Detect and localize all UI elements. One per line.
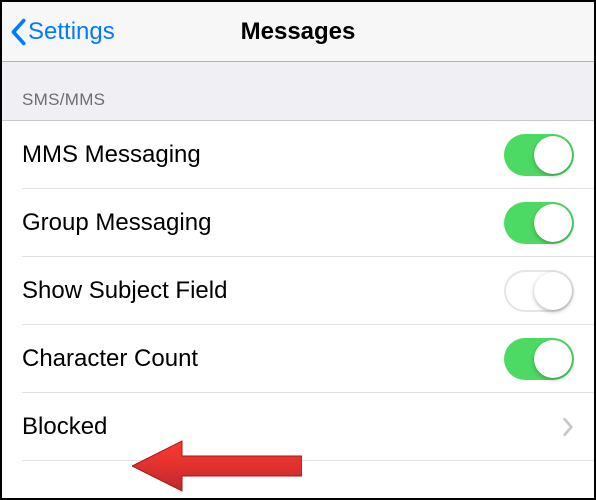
row-character-count[interactable]: Character Count [2, 325, 594, 393]
cell-label: MMS Messaging [22, 141, 201, 169]
toggle-group-messaging[interactable] [504, 202, 574, 244]
section-header: SMS/MMS [2, 62, 594, 121]
toggle-knob [534, 340, 572, 378]
cell-label: Show Subject Field [22, 277, 227, 305]
chevron-right-icon [562, 417, 574, 437]
toggle-character-count[interactable] [504, 338, 574, 380]
row-mms-messaging[interactable]: MMS Messaging [2, 121, 594, 189]
page-title: Messages [241, 18, 356, 46]
row-blocked[interactable]: Blocked [2, 393, 594, 461]
row-show-subject-field[interactable]: Show Subject Field [2, 257, 594, 325]
toggle-show-subject-field[interactable] [504, 270, 574, 312]
back-button[interactable]: Settings [2, 18, 115, 46]
toggle-mms-messaging[interactable] [504, 134, 574, 176]
back-label: Settings [28, 18, 115, 46]
nav-header: Settings Messages [2, 2, 594, 62]
row-group-messaging[interactable]: Group Messaging [2, 189, 594, 257]
cell-label: Group Messaging [22, 209, 211, 237]
cell-label: Blocked [22, 413, 107, 441]
toggle-knob [534, 272, 572, 310]
toggle-knob [534, 136, 572, 174]
chevron-left-icon [10, 18, 26, 46]
cell-label: Character Count [22, 345, 198, 373]
toggle-knob [534, 204, 572, 242]
